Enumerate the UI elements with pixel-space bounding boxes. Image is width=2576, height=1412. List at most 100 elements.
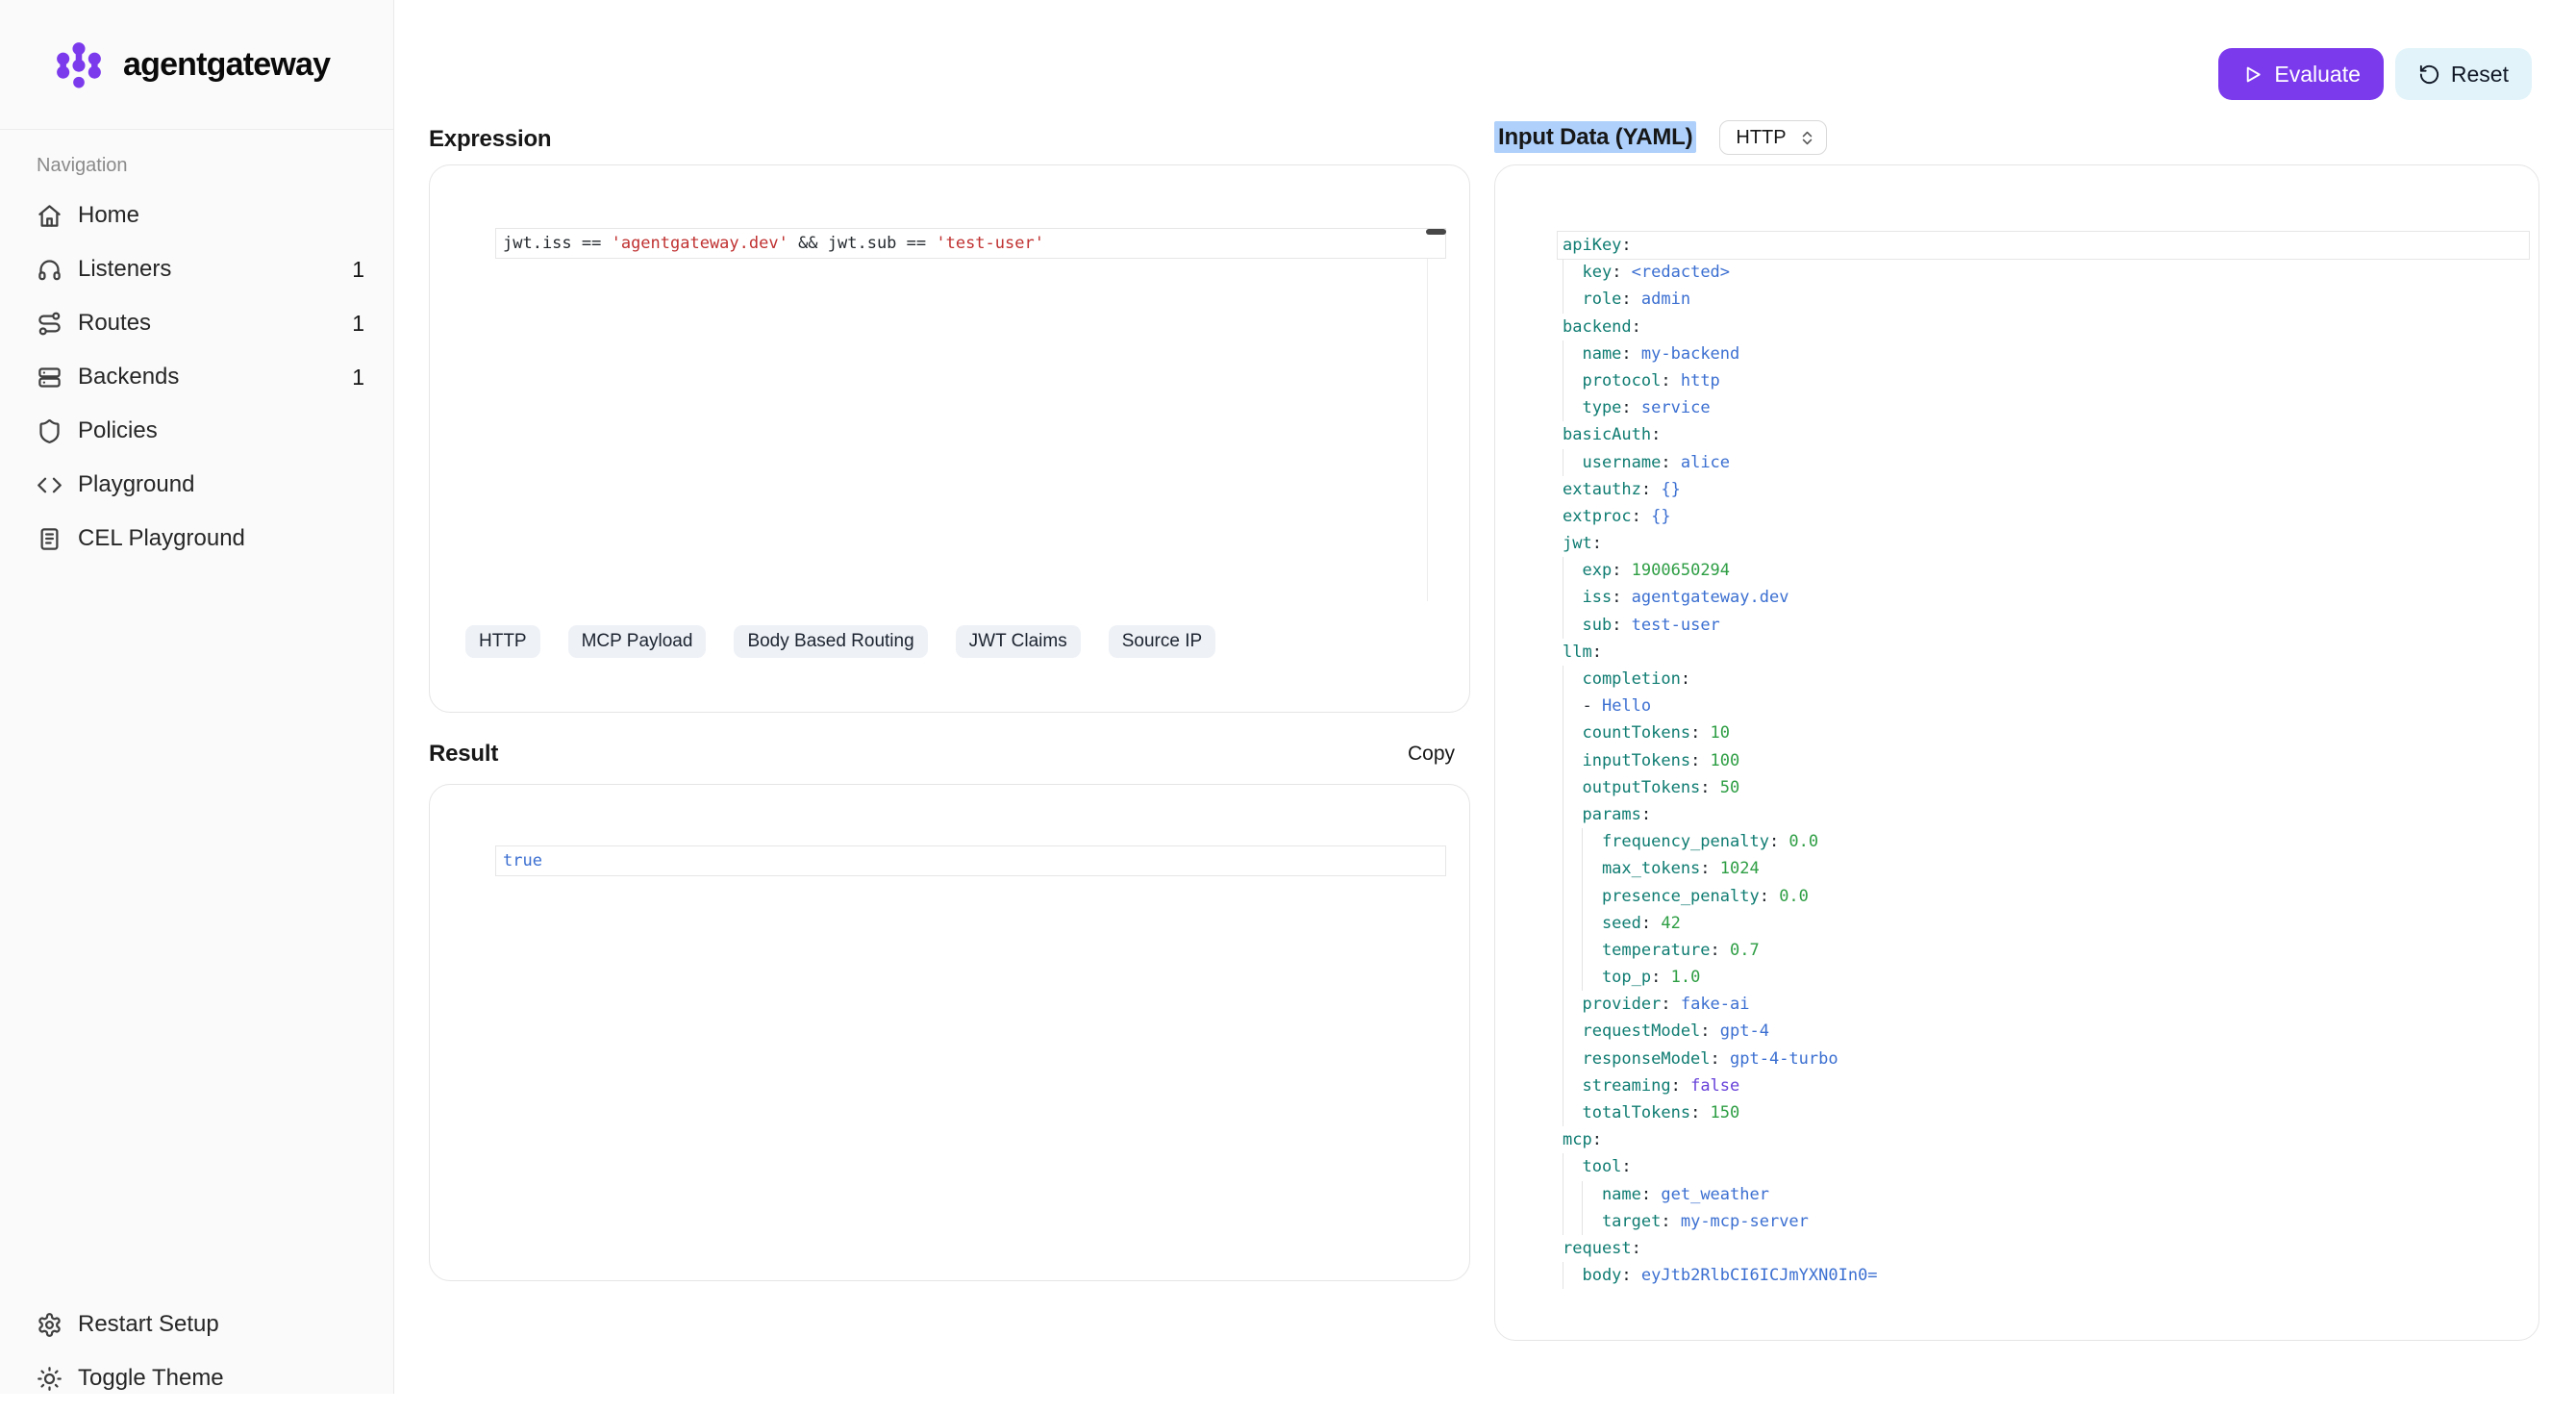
home-icon bbox=[37, 203, 63, 229]
yaml-key: target bbox=[1602, 1212, 1661, 1231]
yaml-colon: : bbox=[1621, 344, 1631, 364]
sidebar-item-home[interactable]: Home bbox=[0, 189, 393, 242]
sidebar-item-backends[interactable]: Backends1 bbox=[0, 350, 393, 404]
yaml-line: iss: agentgateway.dev bbox=[1563, 584, 2521, 611]
yaml-value: 150 bbox=[1700, 1103, 1739, 1122]
result-panel: true bbox=[429, 784, 1470, 1281]
yaml-key: sub bbox=[1582, 616, 1612, 635]
tag-mcp-payload[interactable]: MCP Payload bbox=[568, 625, 707, 658]
scrollbar-thumb[interactable] bbox=[1426, 229, 1446, 235]
tag-source-ip[interactable]: Source IP bbox=[1109, 625, 1215, 658]
evaluate-button[interactable]: Evaluate bbox=[2218, 48, 2384, 100]
indent-guide bbox=[1582, 828, 1583, 855]
yaml-colon: : bbox=[1612, 561, 1621, 580]
sidebar-item-policies[interactable]: Policies bbox=[0, 404, 393, 458]
yaml-value: 1024 bbox=[1711, 859, 1760, 878]
yaml-key: provider bbox=[1582, 995, 1661, 1014]
yaml-colon: : bbox=[1592, 643, 1602, 662]
sidebar-item-cel-playground[interactable]: CEL Playground bbox=[0, 512, 393, 566]
yaml-key: request bbox=[1563, 1239, 1632, 1258]
expression-input[interactable]: jwt.iss == 'agentgateway.dev' && jwt.sub… bbox=[495, 228, 1446, 259]
yaml-colon: : bbox=[1612, 588, 1621, 607]
yaml-colon: : bbox=[1612, 616, 1621, 635]
yaml-colon: : bbox=[1711, 941, 1720, 960]
expression-token: && jwt.sub == bbox=[788, 234, 937, 253]
headphones-icon bbox=[37, 257, 63, 283]
sidebar-item-label: Policies bbox=[78, 417, 158, 444]
sidebar-item-routes[interactable]: Routes1 bbox=[0, 296, 393, 350]
yaml-colon: : bbox=[1690, 1103, 1700, 1122]
sidebar-item-label: Restart Setup bbox=[78, 1311, 219, 1338]
input-type-select[interactable]: HTTP bbox=[1719, 120, 1826, 155]
yaml-colon: : bbox=[1612, 263, 1621, 282]
yaml-line: username: alice bbox=[1563, 449, 2521, 476]
tag-body-based-routing[interactable]: Body Based Routing bbox=[734, 625, 927, 658]
indent-guide bbox=[1582, 883, 1583, 910]
yaml-key: extauthz bbox=[1563, 480, 1641, 499]
yaml-colon: : bbox=[1711, 1049, 1720, 1069]
yaml-value: get_weather bbox=[1651, 1185, 1769, 1204]
rotate-ccw-icon bbox=[2418, 63, 2440, 86]
yaml-key: frequency_penalty bbox=[1602, 832, 1769, 851]
yaml-colon: : bbox=[1632, 317, 1641, 337]
yaml-key: outputTokens bbox=[1582, 778, 1700, 797]
yaml-key: type bbox=[1582, 398, 1621, 417]
yaml-value: gpt-4 bbox=[1711, 1021, 1769, 1041]
editor-divider bbox=[1427, 259, 1428, 601]
yaml-line: params: bbox=[1563, 801, 2521, 828]
yaml-colon: : bbox=[1681, 669, 1690, 689]
brand[interactable]: agentgateway bbox=[0, 0, 393, 130]
yaml-value: service bbox=[1632, 398, 1711, 417]
reset-button[interactable]: Reset bbox=[2395, 48, 2532, 100]
yaml-value: my-mcp-server bbox=[1671, 1212, 1809, 1231]
yaml-key: username bbox=[1582, 453, 1661, 472]
tag-jwt-claims[interactable]: JWT Claims bbox=[956, 625, 1081, 658]
yaml-key: name bbox=[1582, 344, 1621, 364]
sun-icon bbox=[37, 1366, 63, 1392]
tag-http[interactable]: HTTP bbox=[465, 625, 540, 658]
yaml-value: 0.0 bbox=[1779, 832, 1818, 851]
yaml-value: admin bbox=[1632, 290, 1690, 309]
yaml-line: basicAuth: bbox=[1563, 421, 2521, 448]
expression-editor[interactable]: jwt.iss == 'agentgateway.dev' && jwt.sub… bbox=[429, 164, 1470, 713]
sidebar-item-label: Backends bbox=[78, 364, 179, 391]
yaml-colon: : bbox=[1661, 1212, 1670, 1231]
yaml-colon: : bbox=[1592, 1130, 1602, 1149]
evaluate-button-label: Evaluate bbox=[2274, 62, 2361, 88]
yaml-editor[interactable]: apiKey:key: <redacted>role: adminbackend… bbox=[1494, 164, 2539, 1341]
yaml-colon: : bbox=[1700, 778, 1710, 797]
yaml-value: fake-ai bbox=[1671, 995, 1750, 1014]
yaml-key: temperature bbox=[1602, 941, 1711, 960]
sidebar-item-label: Home bbox=[78, 202, 139, 229]
yaml-line: provider: fake-ai bbox=[1563, 991, 2521, 1018]
sidebar-item-restart-setup[interactable]: Restart Setup bbox=[0, 1298, 393, 1351]
sidebar-item-toggle-theme[interactable]: Toggle Theme bbox=[0, 1351, 393, 1405]
yaml-value: 1900650294 bbox=[1621, 561, 1730, 580]
yaml-colon: : bbox=[1661, 371, 1670, 391]
yaml-content[interactable]: apiKey:key: <redacted>role: adminbackend… bbox=[1563, 232, 2521, 1289]
indent-guide bbox=[1582, 1208, 1583, 1235]
input-type-selected-value: HTTP bbox=[1736, 127, 1786, 149]
yaml-colon: : bbox=[1621, 1157, 1631, 1176]
yaml-line: target: my-mcp-server bbox=[1563, 1208, 2521, 1235]
yaml-colon: : bbox=[1641, 1185, 1651, 1204]
header-actions: Evaluate Reset bbox=[2218, 48, 2532, 100]
yaml-line: completion: bbox=[1563, 666, 2521, 693]
yaml-key: body bbox=[1582, 1266, 1621, 1285]
server-icon bbox=[37, 365, 63, 391]
yaml-key: params bbox=[1582, 805, 1640, 824]
yaml-key: basicAuth bbox=[1563, 425, 1651, 444]
nav-section-label: Navigation bbox=[37, 155, 128, 177]
copy-button[interactable]: Copy bbox=[1408, 743, 1470, 766]
sidebar-item-listeners[interactable]: Listeners1 bbox=[0, 242, 393, 296]
route-icon bbox=[37, 311, 63, 337]
yaml-colon: : bbox=[1592, 534, 1602, 553]
yaml-line: - Hello bbox=[1563, 693, 2521, 719]
yaml-key: llm bbox=[1563, 643, 1592, 662]
sidebar-item-playground[interactable]: Playground bbox=[0, 458, 393, 512]
yaml-key: inputTokens bbox=[1582, 751, 1690, 770]
yaml-colon: : bbox=[1621, 290, 1631, 309]
expression-token: 'test-user' bbox=[936, 234, 1044, 253]
yaml-colon: : bbox=[1621, 1266, 1631, 1285]
yaml-colon: : bbox=[1621, 398, 1631, 417]
